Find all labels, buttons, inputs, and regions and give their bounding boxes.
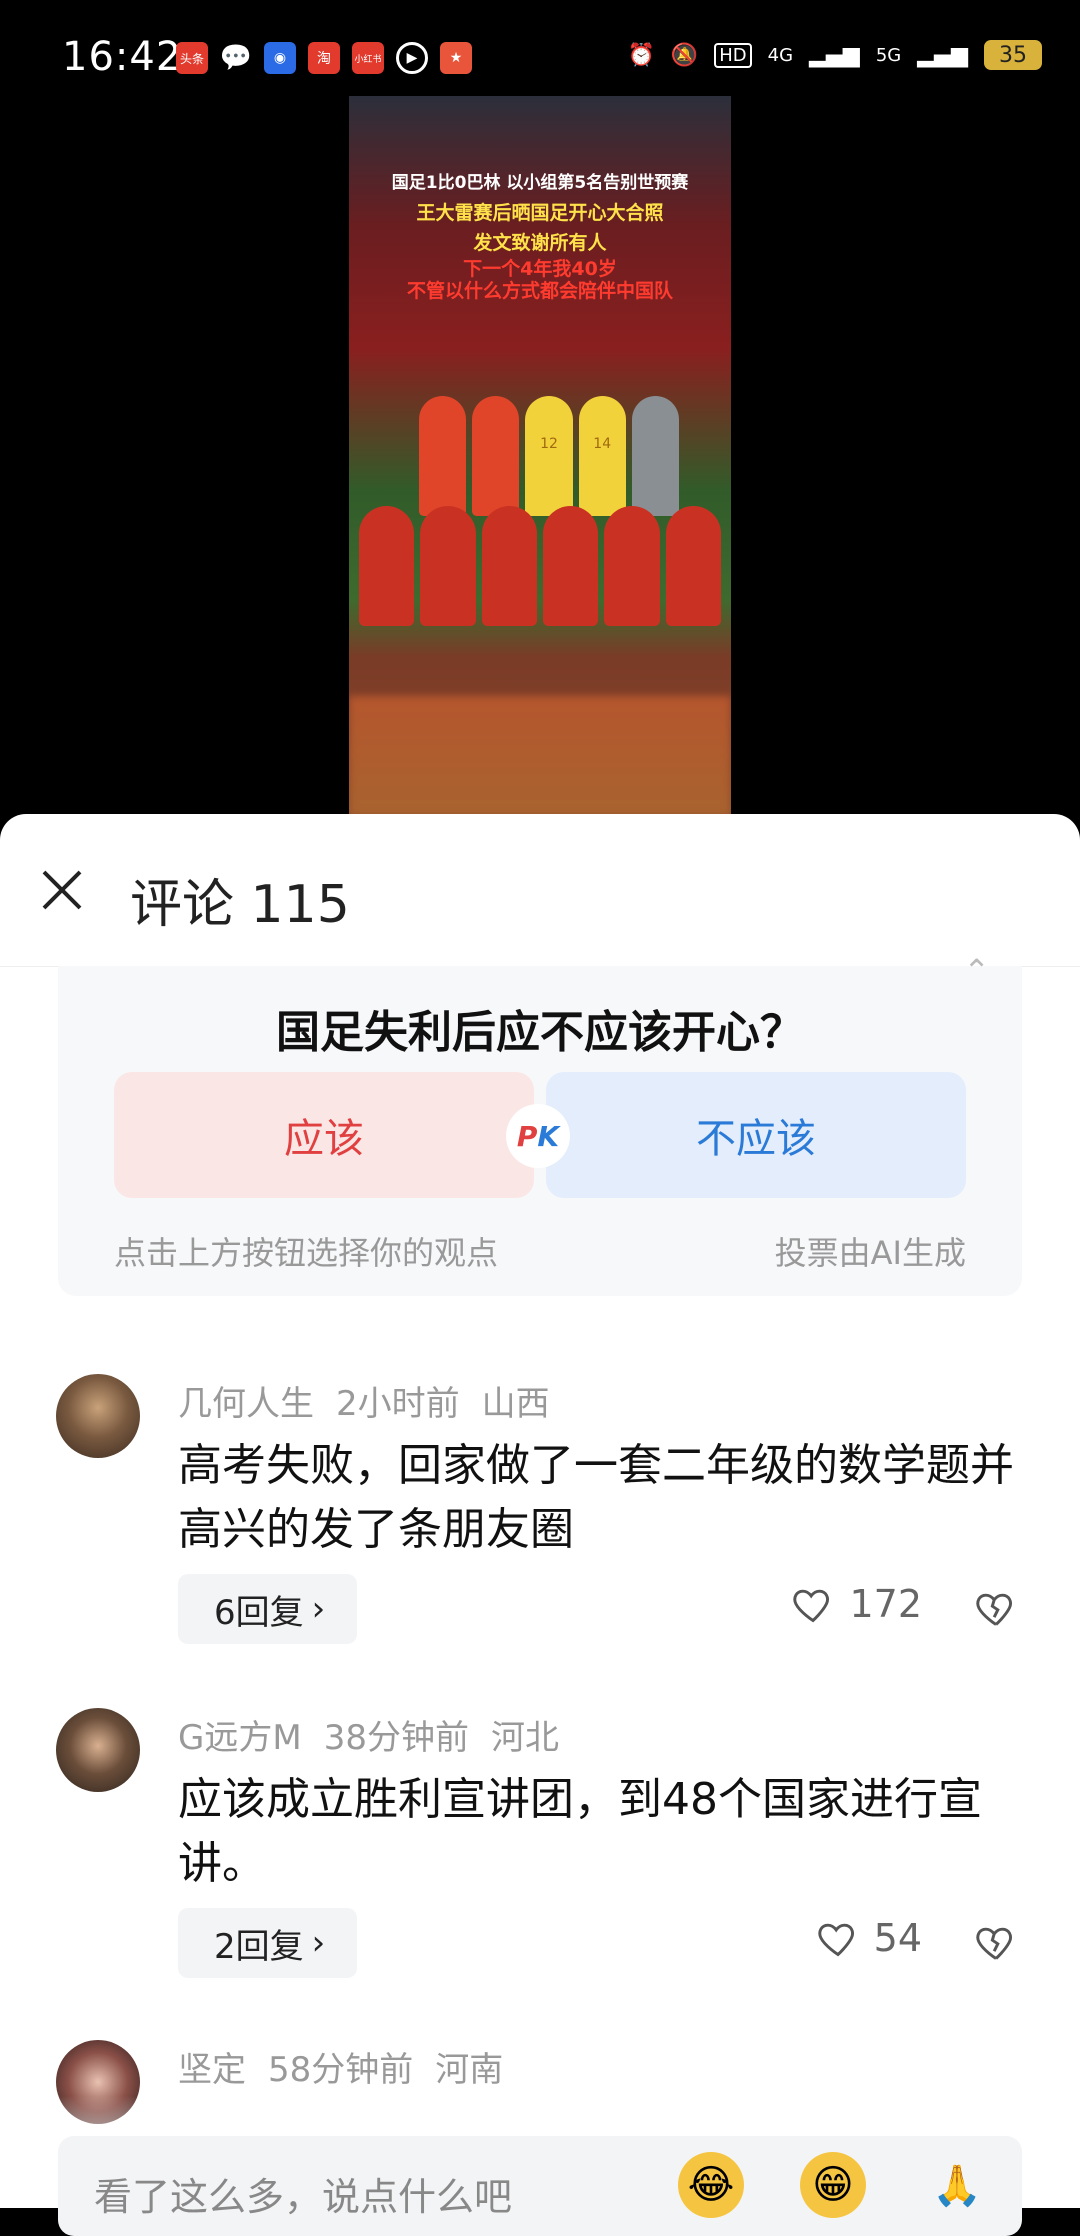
heart-icon xyxy=(818,1923,854,1957)
comment-input-bar[interactable]: 看了这么多，说点什么吧 😂 😁 🙏 xyxy=(58,2136,1022,2236)
hd-indicator: HD xyxy=(714,42,752,68)
status-indicators: ⏰ 🔕 HD 4G ▂▄▆ 5G ▂▄▆ 35 xyxy=(627,40,1042,70)
broken-heart-icon[interactable] xyxy=(974,1920,1018,1964)
video-captions: 国足1比0巴林 以小组第5名告别世预赛 王大雷赛后晒国足开心大合照 发文致谢所有… xyxy=(349,168,731,302)
comment-text[interactable]: 应该成立胜利宣讲团，到48个国家进行宣讲。 xyxy=(178,1768,1028,1896)
wechat-icon: 💬 xyxy=(219,43,253,73)
chevron-right-icon: › xyxy=(311,1589,326,1629)
caption-line: 不管以什么方式都会陪伴中国队 xyxy=(406,280,673,302)
comment-meta: 几何人生 2小时前 山西 xyxy=(178,1376,572,1425)
comment-location: 山西 xyxy=(481,1384,550,1424)
vote-yes-button[interactable]: 应该 xyxy=(114,1072,534,1198)
toutiao-app-icon: 头条 xyxy=(176,42,208,74)
comment-location: 河北 xyxy=(490,1718,559,1758)
network-5g-indicator: 5G xyxy=(875,44,902,66)
signal-icon: ▂▄▆ xyxy=(917,42,968,68)
video-player[interactable]: 国足1比0巴林 以小组第5名告别世预赛 王大雷赛后晒国足开心大合照 发文致谢所有… xyxy=(349,96,731,816)
comment-time: 38分钟前 xyxy=(323,1718,469,1758)
poll-source-note: 投票由AI生成 xyxy=(774,1234,966,1272)
comment-text[interactable]: 高考失败，回家做了一套二年级的数学题并高兴的发了条朋友圈 xyxy=(178,1434,1028,1562)
caption-line: 下一个4年我40岁 xyxy=(463,258,617,280)
poll-card: ⌃ 国足失利后应不应该开心？ 应该 不应该 PK 点击上方按钮选择你的观点 投票… xyxy=(58,952,1022,1296)
battery-icon: 35 xyxy=(984,40,1042,70)
goalkeeper-jersey: 12 xyxy=(525,396,573,516)
comment-sheet: 评论 115 ⌃ 国足失利后应不应该开心？ 应该 不应该 PK 点击上方按钮选择… xyxy=(0,814,1080,2208)
pray-emoji-button[interactable]: 🙏 xyxy=(924,2152,990,2218)
like-count: 172 xyxy=(849,1582,922,1626)
comment-sheet-header: 评论 115 xyxy=(0,814,1080,967)
comment-location: 河南 xyxy=(435,2050,504,2090)
status-time: 16:42 xyxy=(62,34,183,80)
broken-heart-icon[interactable] xyxy=(974,1586,1018,1630)
avatar[interactable] xyxy=(56,1708,140,1792)
comment-time: 2小时前 xyxy=(336,1384,460,1424)
comment-username[interactable]: G远方M xyxy=(178,1718,302,1758)
caption-line: 国足1比0巴林 以小组第5名告别世预赛 xyxy=(391,173,689,193)
replies-button[interactable]: 6回复 › xyxy=(178,1574,358,1644)
baidu-app-icon: ◉ xyxy=(264,42,296,74)
video-app-icon: ▶ xyxy=(396,42,428,74)
signal-icon: ▂▄▆ xyxy=(809,42,860,68)
heart-icon xyxy=(793,1589,830,1623)
caption-line: 发文致谢所有人 xyxy=(473,232,607,254)
close-icon[interactable] xyxy=(38,866,86,914)
xiaohongshu-app-icon: 小红书 xyxy=(352,42,384,74)
comment-count-title: 评论 115 xyxy=(130,875,350,935)
pk-badge: PK xyxy=(506,1104,570,1168)
poll-question: 国足失利后应不应该开心？ xyxy=(276,1007,804,1058)
network-4g-indicator: 4G xyxy=(767,44,794,66)
notification-icons: 头条 💬 ◉ 淘 小红书 ▶ ★ xyxy=(176,42,472,74)
poll-hint: 点击上方按钮选择你的观点 xyxy=(114,1234,499,1272)
like-count: 54 xyxy=(873,1916,922,1960)
poll-close-icon[interactable]: ⌃ xyxy=(963,952,990,990)
taobao-app-icon: 淘 xyxy=(308,42,340,74)
replies-count: 6回复 xyxy=(214,1592,304,1633)
other-app-icon: ★ xyxy=(440,42,472,74)
goalkeeper-jersey: 14 xyxy=(578,396,626,516)
avatar[interactable] xyxy=(56,1374,140,1458)
replies-count: 2回复 xyxy=(214,1926,304,1967)
comment-meta: 坚定 58分钟前 河南 xyxy=(178,2042,525,2091)
grinning-emoji-button[interactable]: 😁 xyxy=(800,2152,866,2218)
comment-input-placeholder[interactable]: 看了这么多，说点什么吧 xyxy=(94,2166,512,2221)
comment-meta: G远方M 38分钟前 河北 xyxy=(178,1710,581,1759)
comment-username[interactable]: 几何人生 xyxy=(178,1384,314,1424)
alarm-icon: ⏰ xyxy=(627,42,655,68)
mute-icon: 🔕 xyxy=(670,42,699,68)
comment-username[interactable]: 坚定 xyxy=(178,2050,246,2090)
chevron-right-icon: › xyxy=(311,1923,326,1963)
vote-no-button[interactable]: 不应该 xyxy=(546,1072,966,1198)
replies-button[interactable]: 2回复 › xyxy=(178,1908,358,1978)
like-button[interactable]: 54 xyxy=(816,1916,922,1960)
laughing-emoji-button[interactable]: 😂 xyxy=(678,2152,744,2218)
comment-time: 58分钟前 xyxy=(268,2050,414,2090)
team-photo: 12 14 xyxy=(359,396,721,676)
like-button[interactable]: 172 xyxy=(791,1582,922,1626)
caption-line: 王大雷赛后晒国足开心大合照 xyxy=(416,202,664,224)
blurred-area xyxy=(349,696,731,816)
